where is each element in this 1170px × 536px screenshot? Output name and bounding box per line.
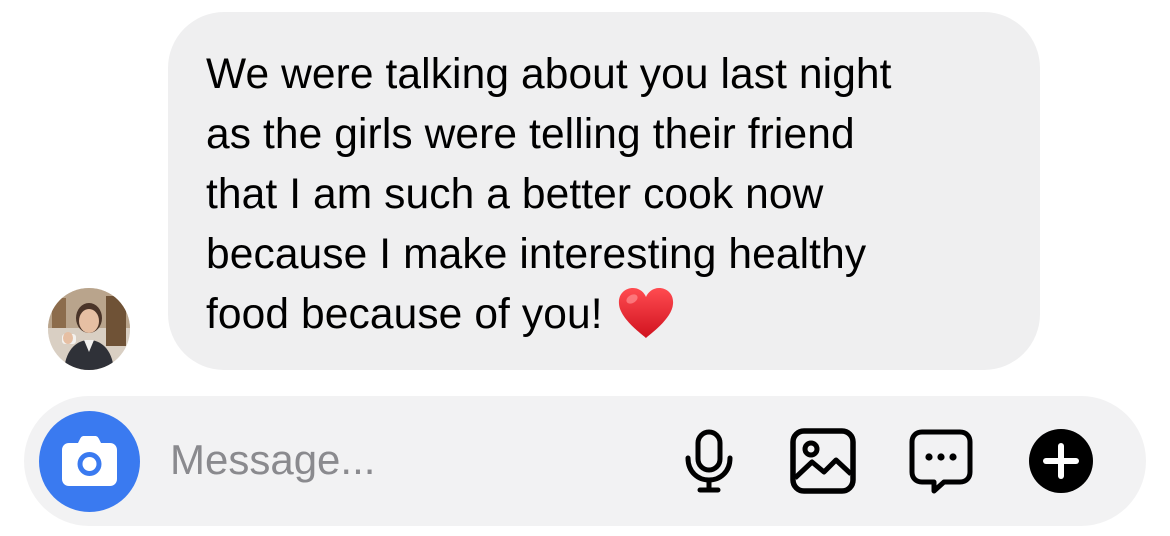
message-composer bbox=[24, 396, 1146, 526]
red-heart-emoji-icon bbox=[617, 286, 675, 340]
sticker-chat-icon bbox=[909, 429, 973, 494]
message-line: We were talking about you last night bbox=[206, 51, 892, 98]
message-line: that I am such a better cook now bbox=[206, 171, 824, 218]
gallery-icon bbox=[790, 428, 856, 494]
sender-avatar[interactable] bbox=[48, 288, 130, 370]
message-input[interactable] bbox=[170, 430, 630, 490]
incoming-message-bubble[interactable]: We were talking about you last night as … bbox=[168, 12, 1040, 370]
message-line-text: food because of you! bbox=[206, 291, 603, 338]
camera-button[interactable] bbox=[39, 411, 140, 512]
camera-icon bbox=[62, 436, 117, 486]
message-line: as the girls were telling their friend bbox=[206, 111, 855, 158]
avatar-photo bbox=[48, 288, 130, 370]
message-line: because I make interesting healthy bbox=[206, 231, 867, 278]
message-line-last: food because of you! bbox=[206, 285, 1010, 345]
microphone-button[interactable] bbox=[676, 428, 742, 494]
plus-icon bbox=[1029, 429, 1093, 493]
sticker-chat-button[interactable] bbox=[908, 428, 974, 494]
add-button[interactable] bbox=[1028, 428, 1094, 494]
microphone-icon bbox=[685, 429, 733, 493]
gallery-button[interactable] bbox=[790, 428, 856, 494]
